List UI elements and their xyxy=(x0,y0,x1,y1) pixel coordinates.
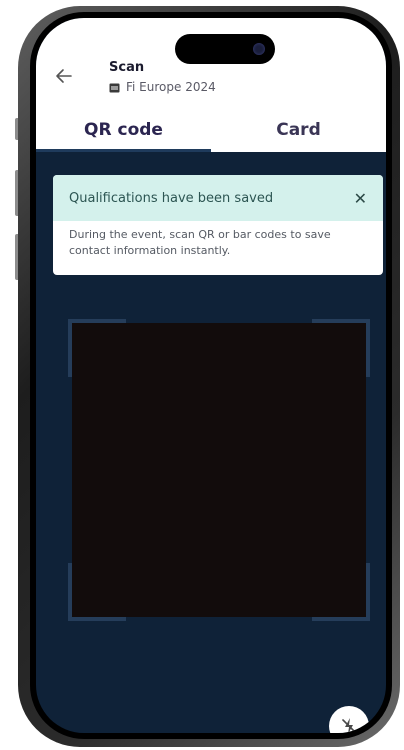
camera-viewfinder xyxy=(68,319,370,621)
flash-toggle-button[interactable] xyxy=(329,706,369,733)
page-title: Scan xyxy=(109,60,145,75)
viewfinder-corner xyxy=(312,319,370,377)
toast-message: During the event, scan QR or bar codes t… xyxy=(69,228,331,257)
toast-header: Qualifications have been saved ✕ xyxy=(53,175,383,221)
dynamic-island xyxy=(175,34,275,64)
flash-off-icon xyxy=(342,718,356,733)
success-toast: Qualifications have been saved ✕ During … xyxy=(53,175,383,275)
close-icon[interactable]: ✕ xyxy=(354,189,367,208)
tab-qr-code[interactable]: QR code xyxy=(36,114,211,152)
viewfinder-corner xyxy=(68,563,126,621)
tab-card[interactable]: Card xyxy=(211,114,386,152)
event-label: Fi Europe 2024 xyxy=(109,80,216,94)
camera-icon xyxy=(253,43,265,55)
phone-bezel: Scan Fi Europe 2024 QR code Card Qualifi… xyxy=(30,12,392,739)
toast-title: Qualifications have been saved xyxy=(69,190,274,206)
calendar-icon xyxy=(109,83,120,92)
phone-screen: Scan Fi Europe 2024 QR code Card Qualifi… xyxy=(36,18,386,733)
arrow-left-icon[interactable] xyxy=(54,66,74,86)
viewfinder-corner xyxy=(312,563,370,621)
viewfinder-corner xyxy=(68,319,126,377)
scan-tabs: QR code Card xyxy=(36,114,386,152)
event-name: Fi Europe 2024 xyxy=(126,80,216,94)
